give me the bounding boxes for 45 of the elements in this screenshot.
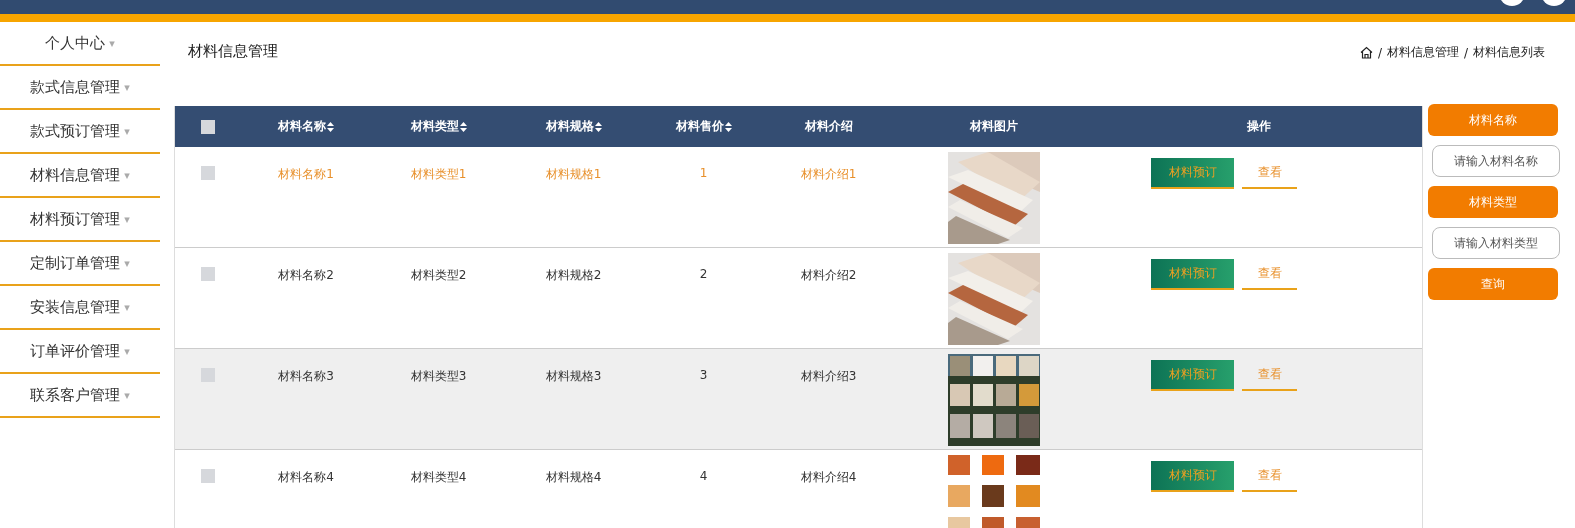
page-title: 材料信息管理 bbox=[188, 42, 278, 61]
table-cell-text: 2 bbox=[698, 266, 709, 281]
table-cell-text: 材料名称1 bbox=[277, 166, 335, 183]
sidebar-item[interactable]: 订单评价管理 ▾ bbox=[0, 330, 160, 374]
column-header[interactable]: 材料售价 bbox=[675, 118, 724, 135]
column-header: 材料图片 bbox=[969, 118, 1018, 135]
table-cell-text: 材料规格4 bbox=[544, 469, 603, 486]
sidebar-item[interactable]: 材料预订管理 ▾ bbox=[0, 198, 160, 242]
breadcrumb-separator: / bbox=[1377, 45, 1382, 60]
table-cell-text: 材料介绍4 bbox=[799, 469, 858, 486]
field-label: 材料类型 bbox=[1428, 186, 1558, 218]
breadcrumb-item[interactable]: 材料信息列表 bbox=[1473, 44, 1545, 61]
table-cell-text: 4 bbox=[698, 468, 709, 483]
search-field[interactable]: 请输入材料类型 bbox=[1432, 227, 1560, 259]
sidebar-item[interactable]: 材料信息管理 ▾ bbox=[0, 154, 160, 198]
column-header[interactable]: 材料规格 bbox=[545, 118, 594, 135]
table-cell-text: 3 bbox=[698, 367, 709, 382]
table-cell-text: 材料规格2 bbox=[544, 267, 603, 284]
column-header: 材料介绍 bbox=[804, 118, 853, 135]
table-cell-text: 材料介绍1 bbox=[799, 166, 858, 183]
sidebar-item[interactable]: 定制订单管理 ▾ bbox=[0, 242, 160, 286]
sidebar-item[interactable]: 安装信息管理 ▾ bbox=[0, 286, 160, 330]
breadcrumb-separator: / bbox=[1463, 45, 1468, 60]
sidebar-item[interactable]: 款式预订管理 ▾ bbox=[0, 110, 160, 154]
table-cell-text: 材料类型3 bbox=[409, 368, 468, 385]
table-cell-text: 材料规格1 bbox=[544, 166, 603, 183]
table-cell-text: 材料类型4 bbox=[409, 469, 468, 486]
table-cell-text: 材料介绍2 bbox=[799, 267, 858, 284]
table-cell-text: 材料名称3 bbox=[277, 368, 335, 385]
breadcrumb-item[interactable]: 材料信息管理 bbox=[1386, 44, 1459, 61]
column-header[interactable]: 材料类型 bbox=[410, 118, 459, 135]
column-header: 操作 bbox=[1247, 118, 1271, 135]
sidebar-item[interactable]: 款式信息管理 ▾ bbox=[0, 66, 160, 110]
column-header[interactable]: 材料名称 bbox=[278, 118, 326, 135]
table-cell-text: 材料类型2 bbox=[409, 267, 468, 284]
table-cell-text: 材料名称4 bbox=[277, 469, 335, 486]
table-cell-text: 材料介绍3 bbox=[799, 368, 858, 385]
table-cell-text: 材料规格3 bbox=[544, 368, 603, 385]
field-label: 材料名称 bbox=[1428, 104, 1558, 136]
sidebar-item[interactable]: 个人中心 ▾ bbox=[0, 22, 160, 66]
table-cell-text: 1 bbox=[698, 165, 709, 180]
table-cell-text: 材料名称2 bbox=[277, 267, 335, 284]
sidebar-item[interactable]: 联系客户管理 ▾ bbox=[0, 374, 160, 418]
search-field[interactable]: 请输入材料名称 bbox=[1432, 145, 1560, 177]
table-cell-text: 材料类型1 bbox=[409, 166, 468, 183]
